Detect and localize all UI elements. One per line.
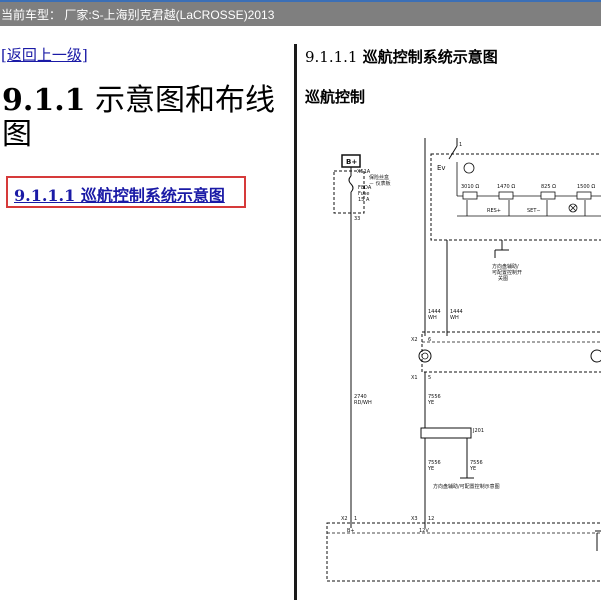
resistor-3-label: 825 Ω	[541, 184, 556, 190]
connector-pin-12: 12	[428, 516, 434, 522]
set-switch-label: SET−	[527, 208, 541, 214]
connector-x2-bottom: X2	[341, 516, 348, 522]
fuse-rating: 15 A	[358, 197, 370, 203]
toc-entry-highlight: 9.1.1.1 巡航控制系统示意图	[6, 176, 246, 208]
switch-pin-1: 1	[459, 142, 462, 148]
steering-ctrl-label-1: 方向盘辅助/	[492, 263, 519, 270]
resistor-2	[498, 191, 514, 200]
ev-label: Ev	[437, 164, 446, 172]
resistor-1	[462, 191, 478, 200]
steering-ctrl-label-2: 可配置控制开	[492, 269, 522, 276]
steering-ctrl-label-3: 关图	[498, 275, 508, 282]
steering-ctrl-bottom-label: 方向盘辅助/可配置控制示意图	[433, 483, 500, 490]
splice-j201-label: J201	[472, 428, 484, 434]
connector-pin-1-bottom: 1	[354, 516, 357, 522]
title-bar: 当前车型： 厂家:S-上海别克君越(LaCROSSE)2013	[0, 0, 601, 26]
connector-x2-top: X2	[411, 337, 418, 343]
b-plus-label: B+	[346, 158, 357, 166]
b-plus-box: B+	[341, 154, 361, 168]
fuse-header-2: 保险丝盒	[369, 174, 389, 181]
navigation-pane: [返回上一级] 9.1.1 示意图和布线图 9.1.1.1 巡航控制系统示意图	[0, 26, 294, 600]
resistor-3	[540, 191, 556, 200]
clockspring-connector: X2 6 X1 5	[411, 331, 601, 381]
wire-ye-c-label: YE	[469, 466, 476, 472]
wire-ye-a-label: YE	[427, 400, 434, 406]
wire-wh-a-label: WH	[428, 315, 437, 321]
splice-j201	[420, 427, 472, 439]
fuse-header-3: － 仪表板	[369, 180, 391, 187]
toc-link-cruise-control-schematic[interactable]: 9.1.1.1 巡航控制系统示意图	[14, 182, 225, 206]
resistor-4	[576, 191, 592, 200]
content-pane: 9.1.1.1 巡航控制系统示意图 巡航控制 B+ X51A 保险丝盒 － 仪表…	[297, 26, 601, 600]
connector-x3: X3	[411, 516, 418, 522]
resistor-1-label: 3010 Ω	[461, 184, 479, 190]
resistor-4-label: 1500 Ω	[577, 184, 595, 190]
wire-ye-b-label: YE	[427, 466, 434, 472]
connector-x1: X1	[411, 375, 418, 381]
vehicle-title: 当前车型： 厂家:S-上海别克君越(LaCROSSE)2013	[1, 8, 275, 22]
back-link[interactable]: [返回上一级]	[1, 44, 88, 65]
clockspring-coil-right-icon	[590, 349, 601, 363]
fuse-block: X51A 保险丝盒 － 仪表板 F8DA Fuse 15 A 33	[333, 169, 391, 222]
resistor-2-label: 1470 Ω	[497, 184, 515, 190]
cruise-control-wiring-diagram: B+ X51A 保险丝盒 － 仪表板 F8DA Fuse 15 A 33 274…	[326, 138, 601, 582]
wire-wh-b-label: WH	[450, 315, 459, 321]
fuse-symbol	[348, 175, 354, 193]
fuse-pin-33: 33	[354, 216, 360, 222]
bottom-module: X2 1 X3 12 B+ 12V	[326, 516, 601, 582]
res-switch-label: RES+	[487, 208, 501, 214]
steering-wheel-switch-module: 1 Ev 3010 Ω 1470 Ω 825 Ω 1500 Ω RES+ SET…	[424, 138, 601, 241]
wire-rdwh-label: RD/WH	[354, 400, 372, 406]
connector-pin-6: 6	[428, 337, 431, 343]
bottom-b-plus-label: B+	[347, 528, 355, 534]
cruise-icon	[463, 162, 475, 174]
clockspring-coil-left-icon	[418, 349, 432, 363]
bottom-12v-label: 12V	[419, 528, 429, 534]
connector-pin-5: 5	[428, 375, 431, 381]
page-title-number: 9.1.1	[2, 83, 86, 118]
page-title: 9.1.1 示意图和布线图	[2, 84, 290, 152]
